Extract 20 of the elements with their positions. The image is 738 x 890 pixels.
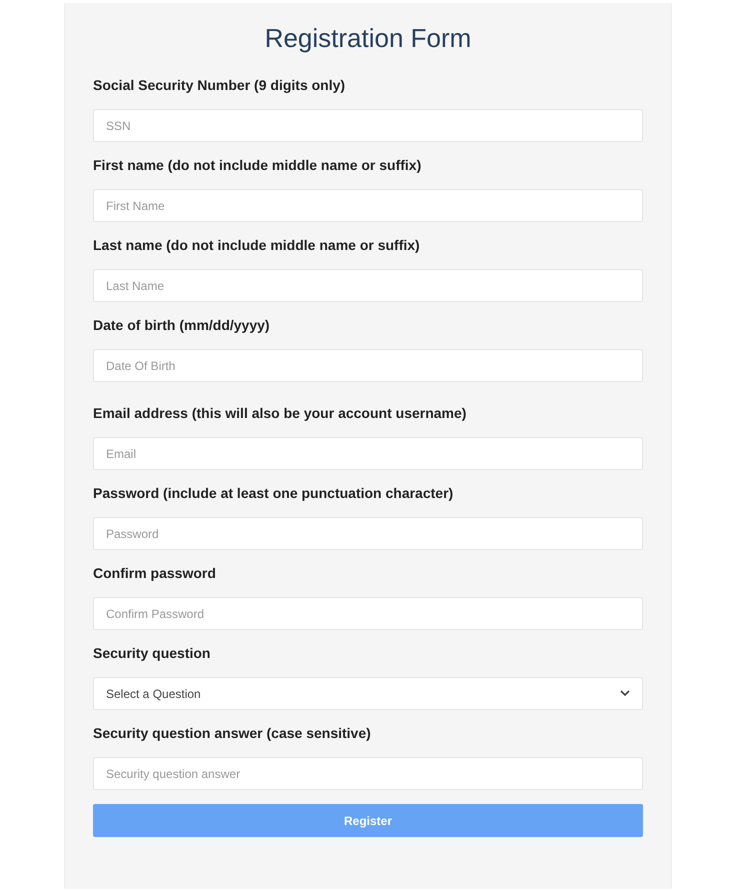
input-field[interactable]: SSN	[93, 109, 643, 142]
field-label: Date of birth (mm/dd/yyyy)	[93, 316, 271, 334]
field-label: Last name (do not include middle name or suffix)	[93, 236, 421, 254]
field-label: Security question	[93, 644, 212, 662]
input-field[interactable]: Last Name	[93, 269, 643, 302]
field-label: Confirm password	[93, 564, 217, 582]
select-dropdown[interactable]: Select a Question	[93, 677, 643, 710]
input-field[interactable]: First Name	[93, 189, 643, 222]
chevron-down-icon	[620, 690, 630, 697]
field-label: First name (do not include middle name or suffix)	[93, 156, 422, 174]
input-field[interactable]: Security question answer	[93, 757, 643, 790]
field-label: Password (include at least one punctuation character)	[93, 484, 454, 502]
field-label: Email address (this will also be your account username)	[93, 404, 468, 422]
field-label: Security question answer (case sensitive)	[93, 724, 372, 742]
field-label: Social Security Number (9 digits only)	[93, 76, 346, 94]
input-field[interactable]: Confirm Password	[93, 597, 643, 630]
input-field[interactable]: Email	[93, 437, 643, 470]
form-title: Registration Form	[264, 23, 472, 54]
input-field[interactable]: Date Of Birth	[93, 349, 643, 382]
input-field[interactable]: Password	[93, 517, 643, 550]
